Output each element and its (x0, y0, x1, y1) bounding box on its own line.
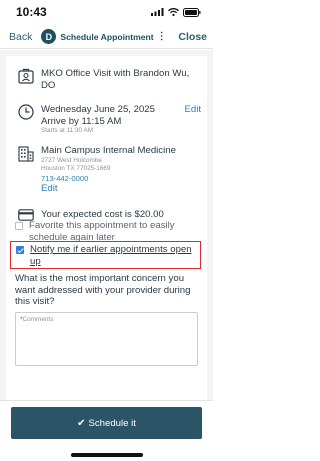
notify-highlight: Notify me if earlier appointments open u… (10, 241, 201, 269)
wifi-icon (168, 8, 179, 16)
clock-icon (18, 104, 34, 136)
signal-icon (151, 8, 164, 16)
notify-label: Notify me if earlier appointments open u… (30, 244, 192, 267)
edit-location-link[interactable]: Edit (41, 183, 201, 195)
battery-icon (183, 7, 201, 17)
building-icon (18, 145, 34, 194)
avatar[interactable]: D (41, 29, 57, 44)
location-row: Main Campus Internal Medicine 2727 West … (18, 145, 201, 194)
status-bar: 10:43 (0, 0, 213, 24)
doctor-icon (18, 68, 34, 91)
favorite-label: Favorite this appointment to easily sche… (29, 220, 175, 243)
schedule-button[interactable]: ✔ Schedule it (11, 407, 202, 439)
appointment-date: Wednesday June 25, 2025 (41, 104, 155, 115)
location-phone[interactable]: 713-442-0000 (41, 174, 201, 183)
favorite-option[interactable]: Favorite this appointment to easily sche… (15, 220, 201, 243)
comments-label: *Comments (20, 316, 53, 323)
time-row: Wednesday June 25, 2025 Edit Arrive by 1… (18, 104, 201, 136)
status-icons (151, 7, 201, 17)
start-time: Starts at 11:30 AM (41, 127, 94, 134)
favorite-checkbox[interactable] (15, 222, 23, 230)
check-icon: ✔ (77, 417, 86, 429)
visit-title: MKO Office Visit with Brandon Wu, DO (41, 68, 190, 91)
status-time: 10:43 (16, 5, 47, 19)
more-options-icon[interactable]: ⋮ (157, 31, 167, 42)
address-line-2: Houston TX 77025-1669 (41, 165, 111, 172)
arrive-time: Arrive by 11:15 AM (41, 115, 122, 127)
address-line-1: 2727 West Holcombe (41, 156, 102, 164)
concern-question: What is the most important concern you w… (15, 273, 191, 307)
edit-time-link[interactable]: Edit (184, 104, 201, 116)
content-area[interactable]: MKO Office Visit with Brandon Wu, DO Wed… (0, 50, 213, 400)
close-button[interactable]: Close (178, 31, 207, 43)
comments-field[interactable]: *Comments (15, 312, 198, 366)
visit-row: MKO Office Visit with Brandon Wu, DO (18, 68, 201, 91)
comments-placeholder: Comments (22, 316, 54, 323)
notify-checkbox[interactable] (16, 246, 24, 254)
back-button[interactable]: Back (9, 31, 32, 43)
home-indicator (71, 453, 143, 457)
bottom-bar: ✔ Schedule it (0, 400, 213, 461)
appointment-card: MKO Office Visit with Brandon Wu, DO Wed… (6, 56, 207, 400)
nav-bar: Back D Schedule Appointment ⋮ Close (0, 25, 213, 49)
notify-option[interactable]: Notify me if earlier appointments open u… (16, 244, 196, 267)
expected-cost: Your expected cost is $20.00 (41, 209, 164, 220)
location-name: Main Campus Internal Medicine (41, 145, 176, 156)
schedule-button-label: Schedule it (88, 417, 136, 429)
page-title: Schedule Appointment (60, 31, 154, 42)
